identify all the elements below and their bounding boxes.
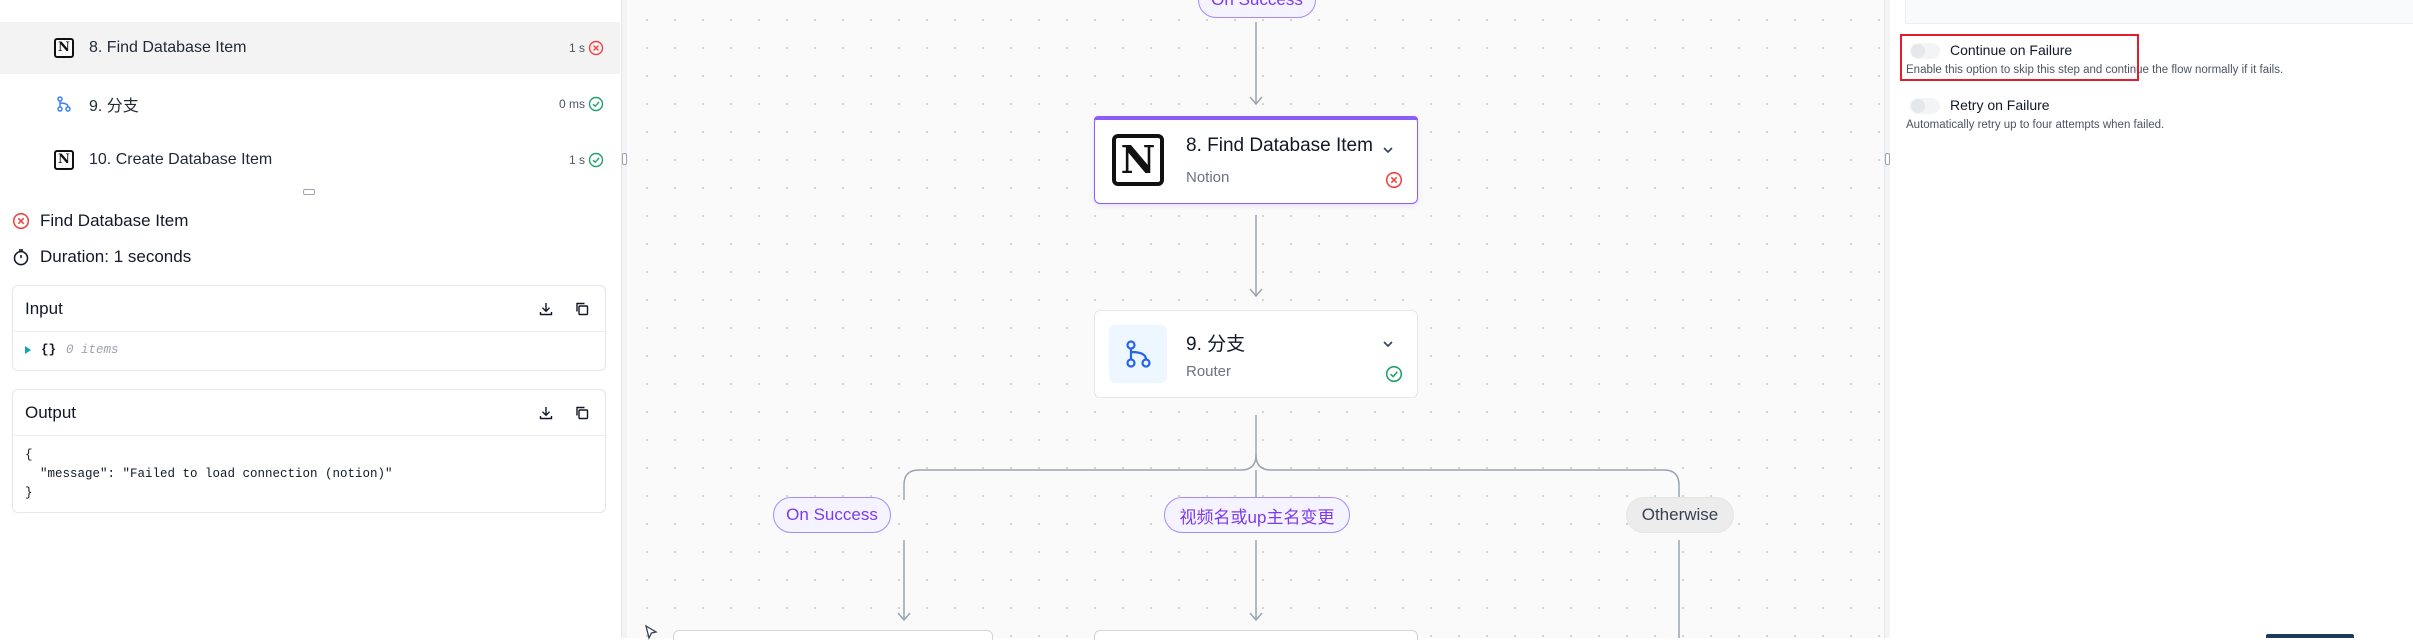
retry-on-failure-label: Retry on Failure: [1950, 97, 2050, 113]
step-status-row: Find Database Item: [12, 211, 188, 231]
bottom-action-button[interactable]: [2266, 634, 2354, 638]
run-step-duration: 0 ms: [558, 97, 585, 111]
timer-icon: [13, 249, 29, 266]
input-json-tree[interactable]: {} 0 items: [13, 332, 605, 368]
output-title: Output: [25, 402, 77, 422]
settings-header-strip: [1905, 0, 2413, 24]
node-subtitle: Notion: [1186, 169, 1230, 186]
step-node-partial[interactable]: [1094, 630, 1418, 640]
run-step-router[interactable]: 9. 分支 0 ms: [0, 78, 620, 130]
node-title: 9. 分支: [1186, 334, 1246, 355]
items-count: 0 items: [66, 343, 119, 357]
error-status-icon: [1385, 171, 1403, 189]
run-details-panel: N 8. Find Database Item 1 s 9. 分支 0 ms N…: [0, 0, 622, 638]
error-status-icon: [588, 40, 604, 56]
node-title: 8. Find Database Item: [1186, 135, 1373, 156]
step-settings-panel: Continue on Failure Enable this option t…: [1890, 0, 2413, 638]
branch-label-on-success[interactable]: On Success: [773, 497, 891, 533]
output-json: { "message": "Failed to load connection …: [25, 448, 393, 500]
step-node-partial[interactable]: [673, 630, 993, 640]
run-step-label: 8. Find Database Item: [89, 39, 247, 56]
success-status-icon: [588, 96, 604, 112]
notion-logo: N: [1109, 131, 1167, 189]
duration-row: Duration: 1 seconds: [12, 247, 191, 267]
branch-label-otherwise[interactable]: Otherwise: [1626, 497, 1734, 533]
duration-text: Duration: 1 seconds: [40, 247, 192, 266]
branch-label-on-success[interactable]: On Success: [1198, 0, 1316, 18]
json-brace: {}: [41, 343, 57, 357]
notion-icon: N: [54, 150, 74, 170]
run-step-find-database-item[interactable]: N 8. Find Database Item 1 s: [0, 22, 620, 74]
input-card: Input {} 0 items: [12, 285, 606, 371]
copy-icon[interactable]: [573, 404, 591, 422]
highlight-box: [1900, 34, 2139, 81]
node-subtitle: Router: [1186, 363, 1232, 380]
retry-on-failure-description: Automatically retry up to four attempts …: [1906, 119, 2165, 131]
input-header: Input: [13, 286, 605, 332]
retry-on-failure-toggle[interactable]: [1910, 98, 1940, 114]
notion-icon: N: [54, 38, 74, 58]
error-status-icon: [12, 212, 30, 230]
chevron-down-icon[interactable]: [1381, 143, 1395, 157]
router-logo: [1109, 325, 1167, 383]
output-card: Output { "message": "Failed to load conn…: [12, 389, 606, 513]
success-status-icon: [1385, 365, 1403, 383]
router-icon: [1126, 340, 1151, 368]
download-icon[interactable]: [537, 300, 555, 318]
input-title: Input: [25, 298, 63, 318]
run-step-duration: 1 s: [568, 153, 585, 167]
copy-icon[interactable]: [573, 300, 591, 318]
chevron-down-icon[interactable]: [1381, 337, 1395, 351]
run-step-duration: 1 s: [568, 41, 585, 55]
step-node-find-database-item[interactable]: N 8. Find Database Item Notion: [1094, 116, 1418, 204]
branch-label-condition[interactable]: 视频名或up主名变更: [1164, 497, 1350, 533]
run-step-label: 9. 分支: [89, 98, 139, 115]
flow-canvas[interactable]: On Success N 8. Find Database Item Notio…: [627, 0, 1884, 640]
step-name: Find Database Item: [40, 211, 189, 230]
panel-resize-handle[interactable]: [303, 189, 315, 195]
run-step-label: 10. Create Database Item: [89, 151, 273, 168]
expand-arrow-icon[interactable]: [25, 346, 31, 354]
run-step-create-database-item[interactable]: N 10. Create Database Item 1 s: [0, 134, 620, 186]
step-node-router[interactable]: 9. 分支 Router: [1094, 310, 1418, 398]
download-icon[interactable]: [537, 404, 555, 422]
output-header: Output: [13, 390, 605, 436]
success-status-icon: [588, 152, 604, 168]
router-icon: [54, 94, 74, 114]
